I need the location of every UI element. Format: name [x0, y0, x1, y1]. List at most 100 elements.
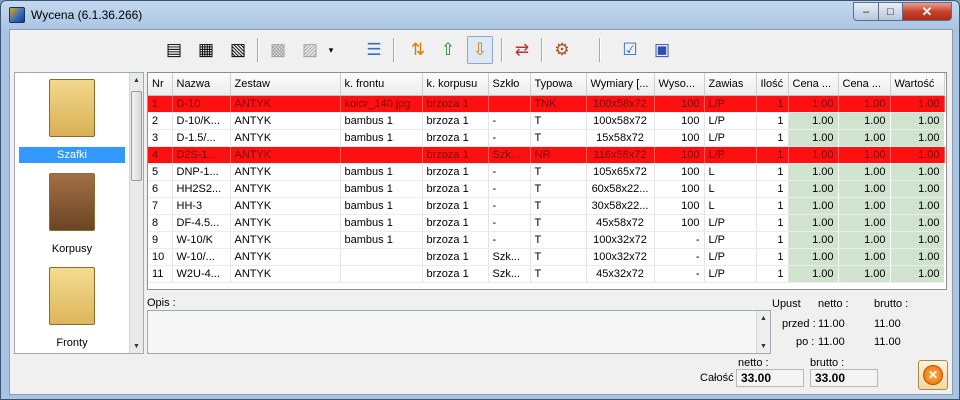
cell-nazwa[interactable]: D-1.5/... [172, 129, 231, 147]
cell-nr[interactable]: 9 [148, 231, 173, 249]
cell-nr[interactable]: 11 [148, 265, 173, 283]
cell-kfrontu[interactable]: bambus 1 [340, 112, 423, 130]
cell-szklo[interactable]: Szk... [488, 146, 531, 164]
cell-wys[interactable]: 100 [654, 129, 705, 147]
notes-icon[interactable]: ☰ [361, 36, 387, 64]
cell-ilosc[interactable]: 1 [756, 180, 789, 198]
cell-cena1[interactable]: 1.00 [788, 180, 839, 198]
sort-descending-icon[interactable]: ⇩ [467, 36, 493, 64]
cell-wys[interactable]: 100 [654, 146, 705, 164]
cell-kkorpusu[interactable]: brzoza 1 [422, 248, 489, 266]
scroll-down-icon[interactable]: ▼ [130, 339, 143, 353]
discount-icon[interactable]: ▩ [265, 36, 291, 64]
column-header[interactable]: Wyso... [654, 73, 705, 96]
cell-typowa[interactable]: T [530, 197, 587, 215]
cell-cena2[interactable]: 1.00 [838, 95, 891, 113]
cell-nr[interactable]: 8 [148, 214, 173, 232]
cell-wartosc[interactable]: 1.00 [890, 180, 945, 198]
cell-nazwa[interactable]: D2S-1... [172, 146, 231, 164]
transfer-icon[interactable]: ⚙ [549, 36, 575, 64]
cell-zawias[interactable]: L/P [704, 146, 757, 164]
column-header[interactable]: Cena ... [838, 73, 891, 96]
cell-nazwa[interactable]: D-10/K... [172, 112, 231, 130]
cell-nr[interactable]: 6 [148, 180, 173, 198]
category-korpusy[interactable]: Korpusy [17, 169, 127, 261]
cell-wymiary[interactable]: 45x32x72 [586, 265, 655, 283]
cell-nr[interactable]: 2 [148, 112, 173, 130]
cell-wys[interactable]: 100 [654, 197, 705, 215]
cell-szklo[interactable]: - [488, 197, 531, 215]
cell-kfrontu[interactable] [340, 146, 423, 164]
cell-cena1[interactable]: 1.00 [788, 129, 839, 147]
cell-wys[interactable]: - [654, 248, 705, 266]
cell-zestaw[interactable]: ANTYK [230, 112, 341, 130]
cell-nazwa[interactable]: W-10/K [172, 231, 231, 249]
cell-cena1[interactable]: 1.00 [788, 95, 839, 113]
scroll-thumb[interactable] [131, 91, 142, 181]
cell-cena2[interactable]: 1.00 [838, 248, 891, 266]
cell-kfrontu[interactable]: bambus 1 [340, 214, 423, 232]
dropdown-arrow-icon[interactable]: ▾ [325, 36, 337, 64]
cell-nazwa[interactable]: HH2S2... [172, 180, 231, 198]
cell-ilosc[interactable]: 1 [756, 112, 789, 130]
cell-nr[interactable]: 4 [148, 146, 173, 164]
cell-szklo[interactable]: - [488, 112, 531, 130]
cell-cena2[interactable]: 1.00 [838, 265, 891, 283]
cell-kfrontu[interactable] [340, 248, 423, 266]
cell-ilosc[interactable]: 1 [756, 231, 789, 249]
table-row[interactable]: 6 HH2S2... ANTYK bambus 1 brzoza 1- T 60x58x22… [148, 180, 945, 198]
cell-wys[interactable]: 100 [654, 112, 705, 130]
close-window-button[interactable]: ✕ [902, 2, 952, 21]
cell-kkorpusu[interactable]: brzoza 1 [422, 163, 489, 181]
scroll-up-icon[interactable]: ▲ [130, 73, 143, 87]
cell-typowa[interactable]: T [530, 248, 587, 266]
cell-typowa[interactable]: T [530, 163, 587, 181]
cell-cena2[interactable]: 1.00 [838, 180, 891, 198]
description-field[interactable]: ▲ ▼ [147, 310, 771, 354]
cell-cena1[interactable]: 1.00 [788, 163, 839, 181]
cell-cena2[interactable]: 1.00 [838, 197, 891, 215]
cell-nr[interactable]: 1 [148, 95, 173, 113]
cell-zestaw[interactable]: ANTYK [230, 146, 341, 164]
cell-kfrontu[interactable]: bambus 1 [340, 163, 423, 181]
cell-cena2[interactable]: 1.00 [838, 214, 891, 232]
cell-wys[interactable]: 100 [654, 180, 705, 198]
cell-wartosc[interactable]: 1.00 [890, 231, 945, 249]
cell-cena2[interactable]: 1.00 [838, 231, 891, 249]
cell-kkorpusu[interactable]: brzoza 1 [422, 214, 489, 232]
cell-zawias[interactable]: L [704, 180, 757, 198]
column-header[interactable]: Szkło [488, 73, 531, 96]
cell-wymiary[interactable]: 116x58x72 [586, 146, 655, 164]
cell-zawias[interactable]: L/P [704, 129, 757, 147]
cell-typowa[interactable]: NR [530, 146, 587, 164]
cell-zestaw[interactable]: ANTYK [230, 129, 341, 147]
cell-kfrontu[interactable]: bambus 1 [340, 197, 423, 215]
cell-cena2[interactable]: 1.00 [838, 112, 891, 130]
cell-wartosc[interactable]: 1.00 [890, 248, 945, 266]
cell-cena2[interactable]: 1.00 [838, 163, 891, 181]
maximize-button[interactable]: □ [878, 2, 903, 21]
table-row[interactable]: 1 D-10 ANTYK kolor_140.jpg brzoza 1 TNK 100x58… [148, 95, 945, 113]
table-row[interactable]: 11 W2U-4... ANTYK brzoza 1 Szk... T 45x32x72- L… [148, 265, 945, 283]
cell-ilosc[interactable]: 1 [756, 248, 789, 266]
cell-szklo[interactable]: - [488, 231, 531, 249]
save-icon[interactable]: ▣ [649, 36, 675, 64]
cell-ilosc[interactable]: 1 [756, 146, 789, 164]
cell-wartosc[interactable]: 1.00 [890, 129, 945, 147]
table-row[interactable]: 5 DNP-1... ANTYK bambus 1 brzoza 1- T 105x65x7… [148, 163, 945, 181]
cell-wys[interactable]: - [654, 265, 705, 283]
column-header[interactable]: Zestaw [230, 73, 341, 96]
cell-kkorpusu[interactable]: brzoza 1 [422, 180, 489, 198]
column-header[interactable]: k. korpusu [422, 73, 489, 96]
cell-szklo[interactable]: Szk... [488, 248, 531, 266]
cell-szklo[interactable] [488, 95, 531, 113]
cell-nazwa[interactable]: DF-4.5... [172, 214, 231, 232]
cell-zestaw[interactable]: ANTYK [230, 95, 341, 113]
cell-wartosc[interactable]: 1.00 [890, 214, 945, 232]
edit-item-icon[interactable]: ▦ [193, 36, 219, 64]
cell-wartosc[interactable]: 1.00 [890, 197, 945, 215]
cell-wartosc[interactable]: 1.00 [890, 112, 945, 130]
cell-typowa[interactable]: T [530, 214, 587, 232]
column-header[interactable]: Typowa [530, 73, 587, 96]
cell-zestaw[interactable]: ANTYK [230, 248, 341, 266]
